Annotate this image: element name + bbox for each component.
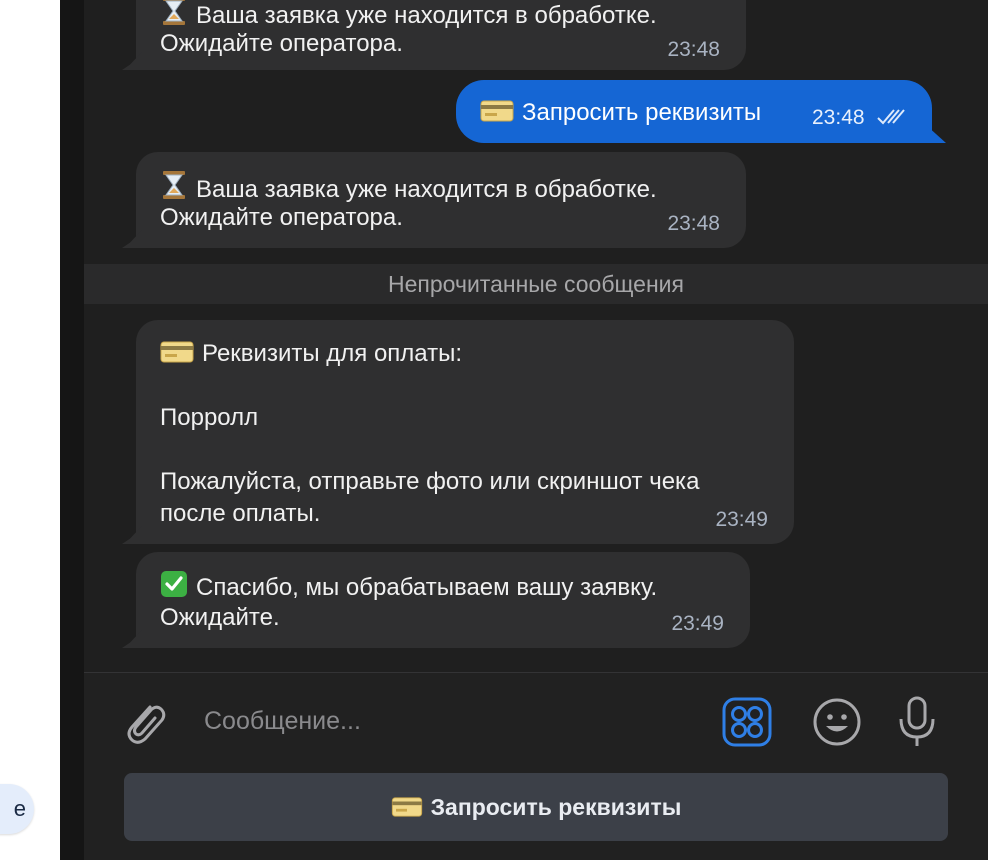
message-text: Ваша заявка уже находится в обработке.	[196, 176, 657, 203]
bot-menu-grid-icon[interactable]	[722, 697, 772, 752]
message-text: Спасибо, мы обрабатываем вашу заявку.	[196, 574, 658, 601]
keyboard-button-label: Запросить реквизиты	[430, 794, 682, 820]
message-composer: Сообщение... Запросить реквизиты	[84, 672, 988, 860]
chat-left-gutter	[60, 0, 84, 860]
message-text: Ваша заявка уже находится в обработке.	[196, 2, 657, 29]
message-text: Ожидайте оператора.	[160, 30, 403, 57]
emoji-smile-icon[interactable]	[812, 697, 862, 752]
message-text: Ожидайте оператора.	[160, 204, 403, 231]
message-bubble[interactable]: Реквизиты для оплаты: Порролл Пожалуйста…	[122, 320, 794, 544]
left-chip-label: e	[13, 796, 26, 821]
request-details-keyboard-button[interactable]: Запросить реквизиты	[124, 773, 948, 841]
message-time: 23:48	[812, 106, 865, 129]
double-check-icon	[876, 104, 908, 136]
attach-paperclip-icon[interactable]	[120, 697, 170, 754]
message-time: 23:48	[667, 212, 720, 235]
message-text: после оплаты.	[160, 500, 321, 527]
message-bubble-outgoing[interactable]: Запросить реквизиты 23:48	[456, 80, 946, 143]
message-text: Запросить реквизиты	[522, 99, 762, 126]
message-text: Пожалуйста, отправьте фото или скриншот …	[160, 468, 700, 495]
chat-history[interactable]: Ваша заявка уже находится в обработке. О…	[84, 0, 988, 672]
message-bubble[interactable]: Ваша заявка уже находится в обработке. О…	[122, 152, 746, 248]
message-text: Ожидайте.	[160, 604, 280, 631]
credit-card-icon	[391, 776, 423, 844]
message-bubble[interactable]: Спасибо, мы обрабатываем вашу заявку. Ож…	[122, 552, 750, 648]
unread-messages-divider: Непрочитанные сообщения	[84, 264, 988, 304]
left-panel: e	[0, 0, 60, 860]
left-chip[interactable]: e	[0, 784, 34, 834]
message-time: 23:49	[715, 508, 768, 531]
message-time: 23:49	[671, 612, 724, 635]
message-input[interactable]: Сообщение...	[204, 707, 361, 736]
message-bubble[interactable]: Ваша заявка уже находится в обработке. О…	[122, 0, 746, 70]
message-text: Порролл	[160, 404, 259, 431]
message-time: 23:48	[667, 38, 720, 61]
credit-card-icon	[480, 99, 514, 132]
credit-card-icon	[160, 340, 194, 373]
message-text: Реквизиты для оплаты:	[202, 340, 463, 367]
microphone-icon[interactable]	[896, 695, 938, 754]
